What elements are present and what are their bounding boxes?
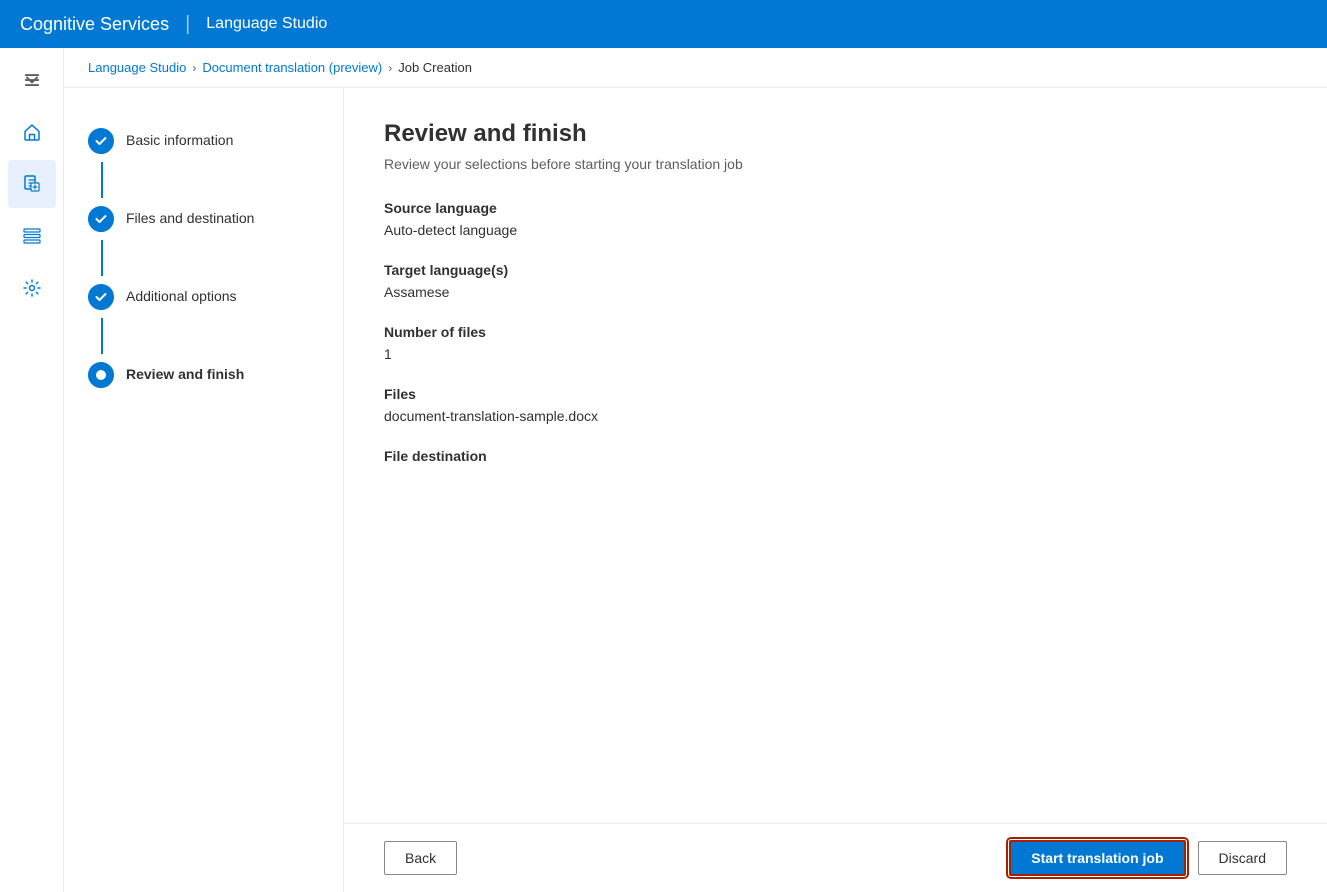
- content-area: Language Studio › Document translation (…: [64, 48, 1327, 892]
- files-value: document-translation-sample.docx: [384, 408, 1287, 424]
- wizard-steps: Basic information Files and destination: [64, 88, 344, 892]
- action-bar: Back Start translation job Discard: [344, 823, 1327, 892]
- source-language-label: Source language: [384, 200, 1287, 216]
- header-divider: |: [185, 13, 190, 36]
- document-translation-nav-button[interactable]: [8, 160, 56, 208]
- step-review-finish[interactable]: Review and finish: [88, 354, 319, 396]
- wizard-layout: Basic information Files and destination: [64, 88, 1327, 892]
- start-translation-job-button[interactable]: Start translation job: [1009, 840, 1185, 876]
- review-section-source-language: Source language Auto-detect language: [384, 200, 1287, 238]
- step-connector-1: [101, 162, 103, 198]
- step-label-basic-information: Basic information: [126, 128, 233, 148]
- target-languages-label: Target language(s): [384, 262, 1287, 278]
- breadcrumb-document-translation[interactable]: Document translation (preview): [202, 60, 382, 75]
- right-panel: Review and finish Review your selections…: [344, 88, 1327, 892]
- step-icon-review-finish: [88, 362, 114, 388]
- review-section-number-of-files: Number of files 1: [384, 324, 1287, 362]
- review-title: Review and finish: [384, 120, 1287, 148]
- breadcrumb-language-studio[interactable]: Language Studio: [88, 60, 186, 75]
- studio-name: Language Studio: [206, 15, 327, 33]
- review-section-target-languages: Target language(s) Assamese: [384, 262, 1287, 300]
- main-layout: Language Studio › Document translation (…: [0, 48, 1327, 892]
- review-subtitle: Review your selections before starting y…: [384, 156, 1287, 172]
- breadcrumb-sep-2: ›: [388, 61, 392, 75]
- files-label: Files: [384, 386, 1287, 402]
- step-label-review-finish: Review and finish: [126, 362, 244, 382]
- step-connector-2: [101, 240, 103, 276]
- expand-nav-button[interactable]: [8, 56, 56, 104]
- step-icon-files-destination: [88, 206, 114, 232]
- step-basic-information[interactable]: Basic information: [88, 120, 319, 162]
- review-panel: Review and finish Review your selections…: [344, 88, 1327, 823]
- number-of-files-value: 1: [384, 346, 1287, 362]
- home-nav-button[interactable]: [8, 108, 56, 156]
- top-header: Cognitive Services | Language Studio: [0, 0, 1327, 48]
- back-button[interactable]: Back: [384, 841, 457, 875]
- step-connector-3: [101, 318, 103, 354]
- file-destination-label: File destination: [384, 448, 1287, 464]
- settings-nav-button[interactable]: [8, 264, 56, 312]
- breadcrumb-sep-1: ›: [192, 61, 196, 75]
- service-name: Cognitive Services: [20, 14, 169, 35]
- icon-rail: [0, 48, 64, 892]
- breadcrumb-job-creation: Job Creation: [398, 60, 472, 75]
- discard-button[interactable]: Discard: [1198, 841, 1287, 875]
- source-language-value: Auto-detect language: [384, 222, 1287, 238]
- step-files-destination[interactable]: Files and destination: [88, 198, 319, 240]
- step-label-files-destination: Files and destination: [126, 206, 254, 226]
- number-of-files-label: Number of files: [384, 324, 1287, 340]
- review-section-file-destination: File destination: [384, 448, 1287, 470]
- target-languages-value: Assamese: [384, 284, 1287, 300]
- step-additional-options[interactable]: Additional options: [88, 276, 319, 318]
- step-label-additional-options: Additional options: [126, 284, 237, 304]
- breadcrumb: Language Studio › Document translation (…: [64, 48, 1327, 88]
- review-section-files: Files document-translation-sample.docx: [384, 386, 1287, 424]
- list-nav-button[interactable]: [8, 212, 56, 260]
- step-icon-additional-options: [88, 284, 114, 310]
- step-icon-basic-information: [88, 128, 114, 154]
